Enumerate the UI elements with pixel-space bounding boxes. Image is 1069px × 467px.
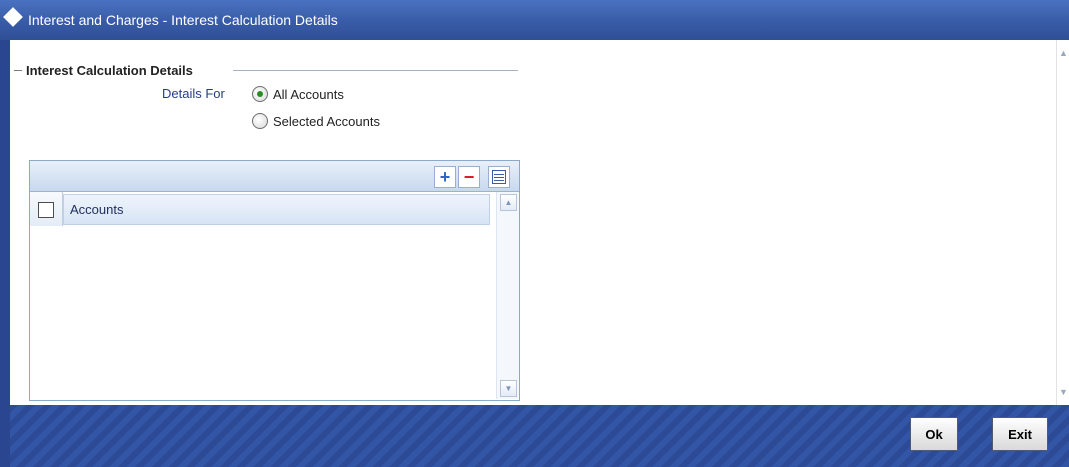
accounts-grid: + − Accounts ▲ ▼ — [29, 160, 520, 401]
scroll-up-icon[interactable]: ▲ — [1057, 46, 1069, 60]
details-for-label: Details For — [162, 86, 225, 101]
grid-header-row: Accounts — [30, 192, 519, 226]
radio-all-accounts[interactable]: All Accounts — [252, 86, 344, 102]
plus-icon: + — [439, 167, 451, 187]
select-all-cell — [30, 192, 63, 226]
left-border — [0, 40, 10, 467]
grid-scrollbar[interactable]: ▲ ▼ — [496, 192, 519, 399]
single-view-button[interactable] — [488, 166, 510, 188]
grid-scroll-up-icon[interactable]: ▲ — [500, 194, 517, 211]
column-header-accounts[interactable]: Accounts — [63, 194, 490, 225]
grid-toolbar: + − — [30, 161, 519, 192]
exit-button[interactable]: Exit — [992, 417, 1048, 451]
grid-scroll-down-icon[interactable]: ▼ — [500, 380, 517, 397]
vertical-scrollbar[interactable]: ▲ ▼ — [1056, 40, 1069, 405]
radio-button-selected-icon[interactable] — [252, 86, 268, 102]
radio-all-accounts-label: All Accounts — [273, 86, 344, 102]
scroll-down-icon[interactable]: ▼ — [1057, 385, 1069, 399]
single-view-icon — [492, 170, 506, 184]
title-bar: Interest and Charges - Interest Calculat… — [0, 0, 1069, 41]
delete-row-button[interactable]: − — [458, 166, 480, 188]
dialog-window: Interest and Charges - Interest Calculat… — [0, 0, 1069, 467]
radio-button-icon[interactable] — [252, 113, 268, 129]
ok-button[interactable]: Ok — [910, 417, 958, 451]
minus-icon: − — [463, 167, 475, 187]
select-all-checkbox[interactable] — [38, 202, 54, 218]
section-title: Interest Calculation Details — [26, 63, 193, 78]
radio-selected-accounts[interactable]: Selected Accounts — [252, 113, 380, 129]
radio-selected-accounts-label: Selected Accounts — [273, 113, 380, 129]
window-diamond-icon — [3, 7, 23, 27]
add-row-button[interactable]: + — [434, 166, 456, 188]
section-divider-left — [14, 70, 22, 71]
window-title: Interest and Charges - Interest Calculat… — [28, 12, 338, 28]
section-divider-right — [233, 70, 518, 71]
